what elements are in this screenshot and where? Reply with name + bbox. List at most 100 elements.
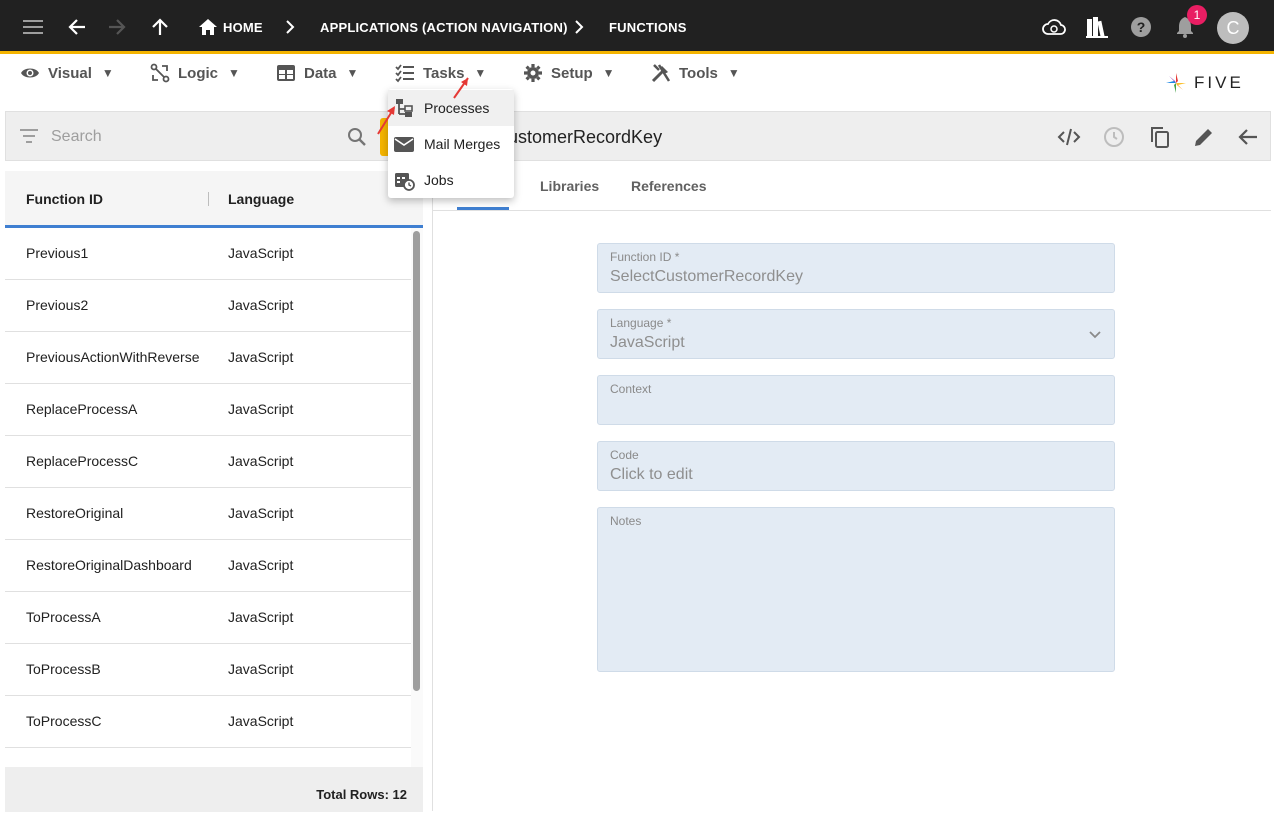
function-id-label: Function ID * [610, 250, 680, 264]
grid-header: Function ID Language [5, 171, 423, 228]
process-icon [396, 99, 413, 117]
notes-label: Notes [610, 514, 642, 528]
help-icon[interactable]: ? [1126, 12, 1156, 42]
context-label: Context [610, 382, 652, 396]
breadcrumb-functions[interactable]: FUNCTIONS [609, 20, 687, 35]
menu-visual[interactable]: Visual ▼ [20, 63, 114, 83]
close-back-arrow-icon[interactable] [1236, 125, 1260, 149]
table-row[interactable]: PreviousActionWithReverse JavaScript [5, 332, 411, 384]
copy-icon[interactable] [1148, 125, 1172, 149]
cell-language: JavaScript [228, 401, 294, 417]
context-field[interactable]: Context [597, 375, 1115, 425]
cell-function-id: ToProcessB [26, 661, 101, 677]
table-row[interactable]: ToProcessA JavaScript [5, 592, 411, 644]
menu-logic-label: Logic [178, 64, 218, 82]
notification-count-badge: 1 [1187, 5, 1207, 25]
avatar[interactable]: C [1217, 12, 1249, 44]
total-rows-label: Total Rows: 12 [316, 787, 407, 802]
cell-function-id: ToProcessC [26, 713, 102, 729]
table-row[interactable]: Previous1 JavaScript [5, 228, 411, 280]
search-icon[interactable] [347, 127, 367, 147]
gear-icon [524, 64, 542, 82]
search-bar: Search [5, 111, 423, 161]
grid-footer: Total Rows: 12 [5, 767, 423, 812]
code-icon[interactable] [1057, 125, 1081, 149]
form-header: ustomerRecordKey [433, 111, 1271, 161]
up-arrow-icon[interactable] [145, 12, 175, 42]
code-field[interactable]: Code Click to edit [597, 441, 1115, 491]
table-icon [277, 65, 295, 81]
menu-tools[interactable]: Tools ▼ [651, 63, 740, 83]
cloud-sync-icon[interactable] [1039, 12, 1069, 42]
table-row[interactable]: ReplaceProcessC JavaScript [5, 436, 411, 488]
menu-tools-label: Tools [679, 64, 718, 82]
filter-icon[interactable] [20, 129, 38, 143]
forward-arrow-icon[interactable] [102, 12, 132, 42]
column-header-language[interactable]: Language [228, 191, 294, 207]
tasks-dropdown-menu: Processes Mail Merges Jobs [388, 89, 514, 198]
jobs-icon [395, 173, 415, 191]
library-books-icon[interactable] [1082, 12, 1112, 42]
table-row[interactable]: ReplaceProcessA JavaScript [5, 384, 411, 436]
menu-bar: Visual ▼ Logic ▼ Data ▼ Tasks ▼ Setup ▼ Tools… [0, 57, 1274, 105]
language-select[interactable]: Language * JavaScript [597, 309, 1115, 359]
table-row[interactable]: RestoreOriginal JavaScript [5, 488, 411, 540]
five-logo: FIVE [1164, 71, 1244, 95]
tab-references[interactable]: References [631, 178, 707, 194]
chevron-right-icon [575, 20, 584, 34]
notes-field[interactable]: Notes [597, 507, 1115, 672]
menu-tasks[interactable]: Tasks ▼ [395, 63, 486, 83]
menu-logic[interactable]: Logic ▼ [150, 63, 240, 83]
logic-icon [150, 63, 170, 83]
cell-function-id: PreviousActionWithReverse [26, 349, 200, 365]
cell-function-id: ReplaceProcessC [26, 453, 139, 469]
code-value: Click to edit [610, 466, 693, 483]
table-row[interactable]: ToProcessB JavaScript [5, 644, 411, 696]
tab-libraries[interactable]: Libraries [540, 178, 599, 194]
table-row[interactable]: RestoreOriginalDashboard JavaScript [5, 540, 411, 592]
table-row[interactable]: Previous2 JavaScript [5, 280, 411, 332]
five-logo-text: FIVE [1194, 73, 1244, 92]
menu-item-mail-merges-label: Mail Merges [424, 136, 501, 152]
menu-visual-label: Visual [48, 64, 92, 82]
cell-function-id: RestoreOriginalDashboard [26, 557, 192, 573]
language-value: JavaScript [610, 334, 685, 351]
edit-pencil-icon[interactable] [1192, 125, 1216, 149]
grid-rows: Previous1 JavaScript Previous2 JavaScript Pr… [5, 228, 411, 748]
eye-icon [21, 68, 39, 78]
menu-data-label: Data [304, 64, 337, 82]
cell-language: JavaScript [228, 661, 294, 677]
breadcrumb-applications[interactable]: APPLICATIONS (ACTION NAVIGATION) [320, 20, 568, 35]
function-id-field[interactable]: Function ID * SelectCustomerRecordKey [597, 243, 1115, 293]
svg-text:?: ? [1137, 19, 1146, 35]
menu-item-processes[interactable]: Processes [388, 90, 514, 126]
menu-item-jobs[interactable]: Jobs [388, 162, 514, 198]
table-row[interactable]: ToProcessC JavaScript [5, 696, 411, 748]
column-header-function-id[interactable]: Function ID [26, 191, 103, 207]
active-tab-indicator [457, 207, 509, 210]
cell-function-id: Previous1 [26, 245, 89, 261]
history-clock-icon[interactable] [1102, 125, 1126, 149]
chevron-down-icon [1089, 331, 1101, 339]
breadcrumb-home[interactable]: HOME [223, 20, 263, 35]
chevron-right-icon [286, 20, 295, 34]
menu-data[interactable]: Data ▼ [276, 63, 358, 83]
cell-function-id: RestoreOriginal [26, 505, 124, 521]
cell-language: JavaScript [228, 245, 294, 261]
search-input[interactable]: Search [51, 128, 102, 146]
functions-list-panel: Search Function ID Language Previous1 Jav… [5, 111, 423, 812]
cell-language: JavaScript [228, 557, 294, 573]
menu-item-processes-label: Processes [424, 100, 490, 116]
scrollbar-thumb[interactable] [413, 231, 420, 691]
home-icon[interactable] [193, 12, 223, 42]
menu-tasks-label: Tasks [423, 64, 465, 82]
menu-item-jobs-label: Jobs [424, 172, 454, 188]
hamburger-menu-icon[interactable] [18, 12, 48, 42]
cell-language: JavaScript [228, 713, 294, 729]
back-arrow-icon[interactable] [62, 12, 92, 42]
checklist-icon [395, 64, 414, 83]
form-tabs: Libraries References [433, 161, 1271, 211]
menu-setup[interactable]: Setup ▼ [523, 63, 615, 83]
cell-function-id: ToProcessA [26, 609, 101, 625]
menu-item-mail-merges[interactable]: Mail Merges [388, 126, 514, 162]
